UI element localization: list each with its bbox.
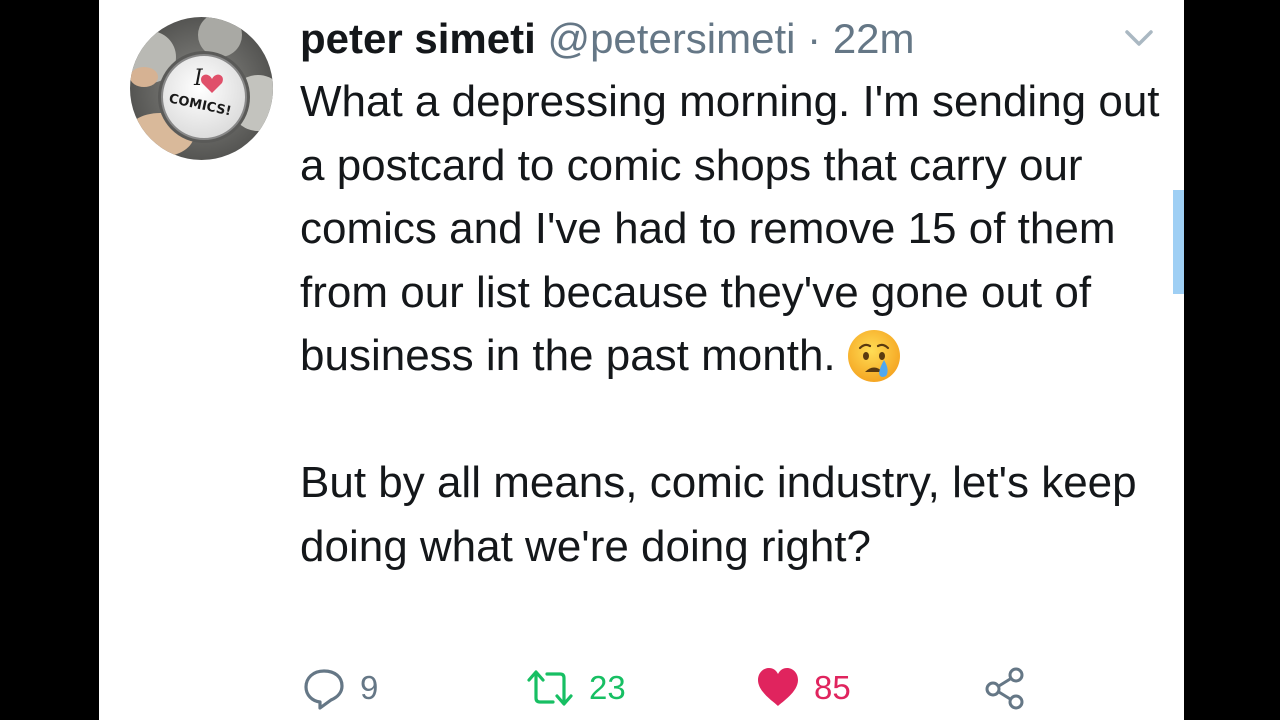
tweet-timestamp[interactable]: 22m — [833, 15, 915, 62]
author-handle[interactable]: @petersimeti — [547, 15, 795, 62]
avatar[interactable]: I COMICS! — [130, 17, 273, 160]
chevron-down-icon[interactable] — [1121, 24, 1157, 52]
tweet-header: peter simeti @petersimeti · 22m — [300, 10, 915, 68]
retweet-button[interactable]: 23 — [525, 660, 626, 716]
reply-icon — [304, 669, 344, 710]
reply-button[interactable]: 9 — [302, 660, 378, 716]
retweet-count: 23 — [589, 669, 626, 706]
tweet-card: I COMICS! peter simeti @petersimeti · 22… — [99, 0, 1184, 720]
author-name[interactable]: peter simeti — [300, 15, 536, 62]
avatar-image: I COMICS! — [130, 17, 273, 160]
share-button[interactable] — [983, 660, 1027, 716]
tweet-body: What a depressing morning. I'm sending o… — [300, 70, 1170, 578]
tweet-paragraph-text: What a depressing morning. I'm sending o… — [300, 77, 1160, 380]
reply-count: 9 — [360, 669, 379, 706]
like-button[interactable]: 85 — [756, 660, 851, 716]
share-icon — [985, 667, 1024, 710]
tweet-paragraph: What a depressing morning. I'm sending o… — [300, 70, 1170, 388]
tweet-paragraph: But by all means, comic industry, let's … — [300, 458, 1137, 571]
like-count: 85 — [814, 669, 851, 706]
header-separator: · — [807, 15, 822, 62]
heart-icon — [758, 668, 798, 706]
tweet-actions: 9 23 85 — [99, 660, 1184, 716]
crying-face-emoji — [847, 330, 900, 382]
retweet-icon — [527, 670, 573, 706]
scrollbar-thumb[interactable] — [1173, 190, 1184, 294]
